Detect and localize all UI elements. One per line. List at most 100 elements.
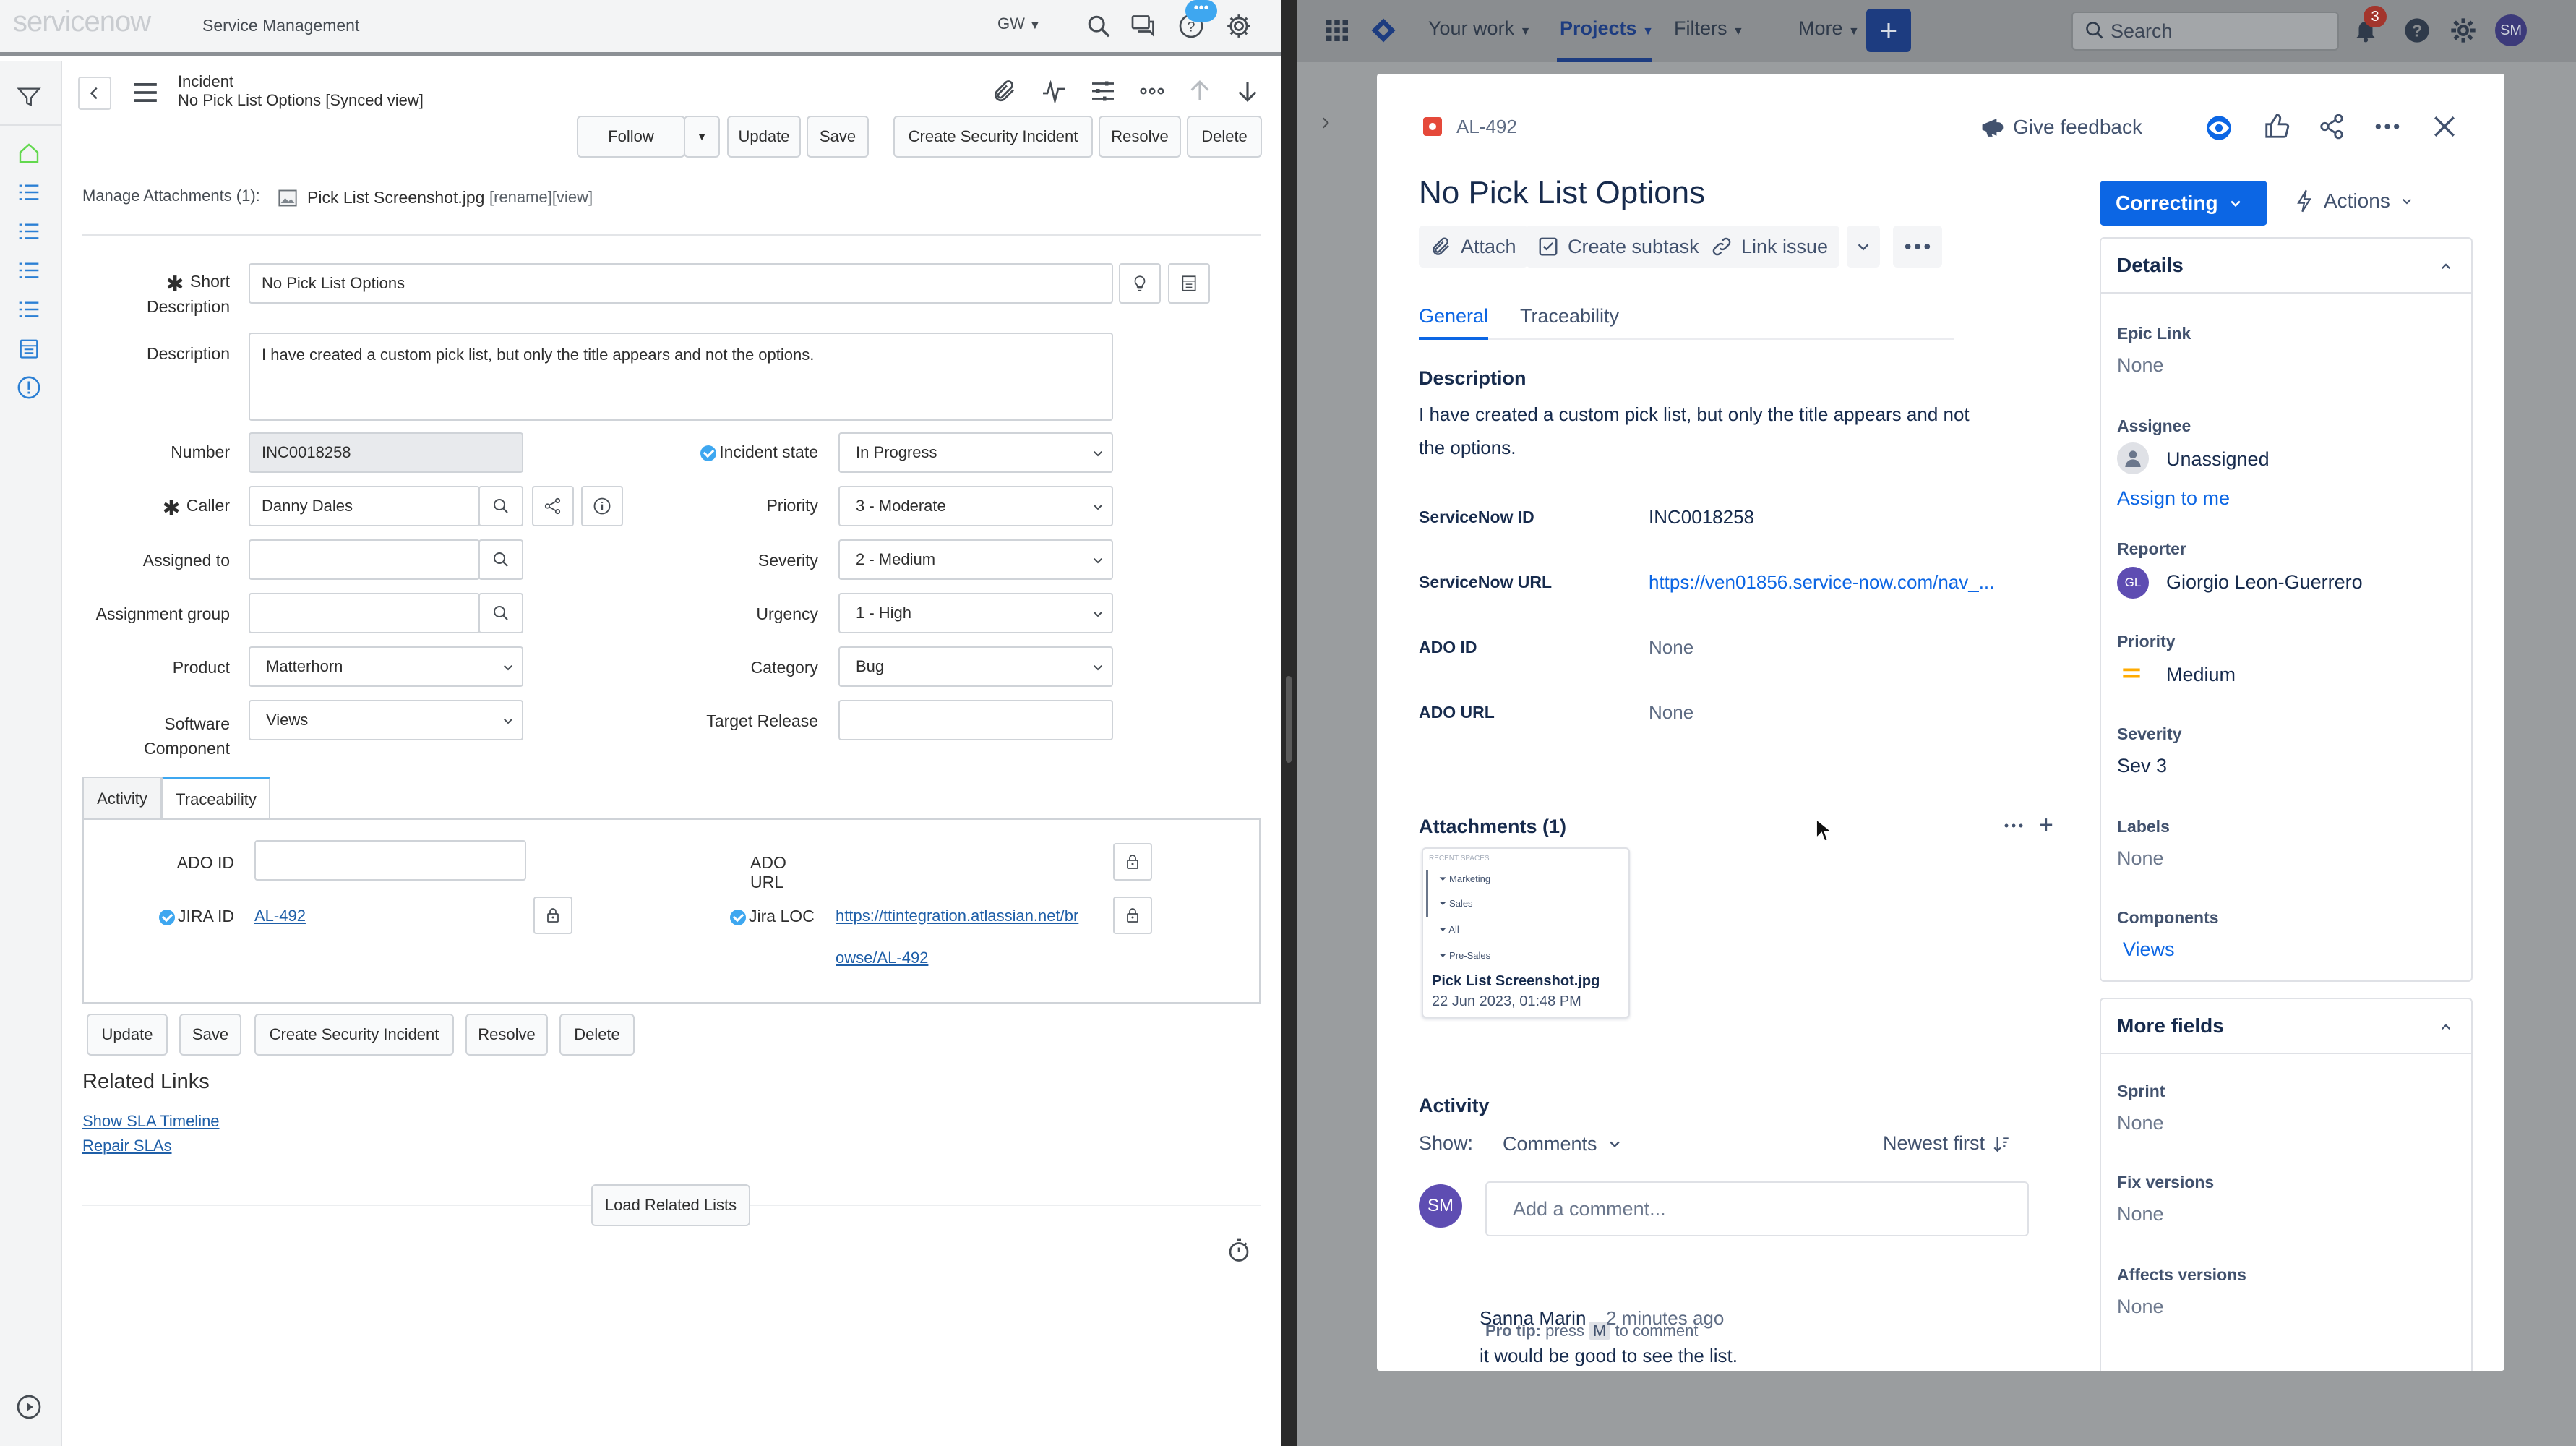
search-input[interactable]: Search bbox=[2071, 12, 2339, 51]
nav-your-work[interactable]: Your work ▼ bbox=[1428, 17, 1531, 40]
app-switcher-icon[interactable] bbox=[1324, 17, 1350, 43]
search-icon[interactable] bbox=[478, 486, 523, 526]
paperclip-icon[interactable] bbox=[989, 75, 1021, 107]
epic-link-value[interactable]: None bbox=[2117, 354, 2164, 377]
assign-to-me-link[interactable]: Assign to me bbox=[2117, 487, 2230, 510]
arrow-up-icon[interactable] bbox=[1184, 75, 1216, 107]
update-button-bottom[interactable]: Update bbox=[87, 1014, 168, 1056]
search-icon[interactable] bbox=[478, 593, 523, 633]
timer-icon[interactable] bbox=[1226, 1238, 1252, 1264]
create-security-incident-button[interactable]: Create Security Incident bbox=[893, 116, 1093, 158]
attachment-file-name[interactable]: Pick List Screenshot.jpg bbox=[307, 188, 484, 208]
nav-filters[interactable]: Filters ▼ bbox=[1674, 17, 1744, 40]
assignment-group-input[interactable] bbox=[249, 593, 480, 633]
create-security-incident-button-bottom[interactable]: Create Security Incident bbox=[254, 1014, 454, 1056]
filter-icon[interactable] bbox=[14, 82, 43, 111]
jira-loc-link-cont[interactable]: owse/AL-492 bbox=[836, 949, 928, 967]
issue-title[interactable]: No Pick List Options bbox=[1419, 175, 1705, 211]
details-header[interactable]: Details bbox=[2101, 239, 2471, 294]
ado-id-value[interactable]: None bbox=[1649, 636, 1693, 659]
back-button[interactable] bbox=[78, 77, 111, 110]
list-icon[interactable] bbox=[14, 178, 43, 207]
more-fields-header[interactable]: More fields bbox=[2101, 999, 2471, 1054]
update-button[interactable]: Update bbox=[727, 116, 801, 158]
repair-slas-link[interactable]: Repair SLAs bbox=[82, 1137, 172, 1155]
hierarchy-icon[interactable] bbox=[532, 486, 574, 526]
servicenow-id-value[interactable]: INC0018258 bbox=[1649, 506, 1754, 529]
split-divider-handle[interactable] bbox=[1286, 676, 1292, 763]
attachments-more-icon[interactable] bbox=[2003, 817, 2025, 834]
attach-button[interactable]: Attach bbox=[1419, 226, 1528, 268]
calendar-icon[interactable] bbox=[1168, 263, 1210, 304]
ado-url-value[interactable]: None bbox=[1649, 701, 1693, 724]
description-line-2[interactable]: the options. bbox=[1419, 431, 1516, 464]
sort-order-button[interactable]: Newest first bbox=[1883, 1132, 2011, 1155]
thumbs-up-icon[interactable] bbox=[2263, 113, 2291, 140]
severity-select[interactable]: 2 - Medium bbox=[838, 539, 1113, 580]
hamburger-icon[interactable] bbox=[132, 81, 159, 104]
jira-logo-icon[interactable] bbox=[1370, 17, 1396, 43]
avatar[interactable]: SM bbox=[2495, 14, 2527, 46]
description-line-1[interactable]: I have created a custom pick list, but o… bbox=[1419, 398, 1970, 431]
tab-activity[interactable]: Activity bbox=[82, 777, 162, 820]
play-icon[interactable] bbox=[14, 1392, 43, 1421]
servicenow-logo[interactable]: servicenow bbox=[13, 6, 151, 38]
list-icon[interactable] bbox=[14, 217, 43, 246]
tab-traceability[interactable]: Traceability bbox=[1520, 305, 1619, 328]
sliders-icon[interactable] bbox=[1087, 75, 1119, 107]
product-select[interactable]: Matterhorn bbox=[249, 646, 523, 687]
lightbulb-icon[interactable] bbox=[1119, 263, 1161, 304]
comment-text[interactable]: it would be good to see the list. bbox=[1480, 1345, 1738, 1367]
eye-icon[interactable] bbox=[2204, 114, 2234, 142]
lock-icon[interactable] bbox=[1113, 897, 1152, 934]
home-icon[interactable] bbox=[14, 139, 43, 168]
tab-traceability[interactable]: Traceability bbox=[162, 777, 270, 820]
software-component-select[interactable]: Views bbox=[249, 700, 523, 740]
priority-value[interactable]: Medium bbox=[2166, 664, 2236, 686]
affects-versions-value[interactable]: None bbox=[2117, 1296, 2164, 1318]
give-feedback-button[interactable]: Give feedback bbox=[2013, 116, 2142, 139]
comment-input[interactable]: Add a comment... bbox=[1485, 1181, 2029, 1236]
search-icon[interactable] bbox=[478, 539, 523, 580]
priority-select[interactable]: 3 - Moderate bbox=[838, 486, 1113, 526]
create-subtask-button[interactable]: Create subtask bbox=[1526, 226, 1711, 268]
ado-id-input[interactable] bbox=[254, 840, 526, 881]
servicenow-url-link[interactable]: https://ven01856.service-now.com/nav_... bbox=[1649, 571, 1994, 594]
gear-icon[interactable] bbox=[2449, 16, 2478, 45]
issue-key[interactable]: AL-492 bbox=[1456, 116, 1517, 138]
alert-icon[interactable] bbox=[14, 373, 43, 402]
sprint-value[interactable]: None bbox=[2117, 1112, 2164, 1134]
follow-dropdown-button[interactable]: ▼ bbox=[684, 116, 720, 158]
components-value[interactable]: Views bbox=[2123, 938, 2175, 961]
add-attachment-icon[interactable]: + bbox=[2039, 813, 2053, 837]
save-button-bottom[interactable]: Save bbox=[179, 1014, 241, 1056]
info-icon[interactable] bbox=[581, 486, 623, 526]
load-related-lists-button[interactable]: Load Related Lists bbox=[591, 1184, 750, 1226]
user-menu[interactable]: GW ▼ bbox=[997, 14, 1041, 33]
share-icon[interactable] bbox=[2318, 113, 2345, 140]
lock-icon[interactable] bbox=[533, 897, 572, 934]
lock-icon[interactable] bbox=[1113, 843, 1152, 881]
manage-attachments-label[interactable]: Manage Attachments (1): bbox=[82, 187, 260, 205]
nav-more[interactable]: More ▼ bbox=[1798, 17, 1860, 40]
short-description-input[interactable]: No Pick List Options bbox=[249, 263, 1113, 304]
help-icon[interactable]: ? bbox=[2403, 16, 2431, 45]
gear-icon[interactable] bbox=[1223, 10, 1255, 42]
severity-value[interactable]: Sev 3 bbox=[2117, 755, 2167, 777]
arrow-down-icon[interactable] bbox=[1232, 75, 1263, 107]
attachment-name[interactable]: Pick List Screenshot.jpg bbox=[1432, 973, 1600, 990]
list-icon[interactable] bbox=[14, 256, 43, 285]
tab-general[interactable]: General bbox=[1419, 305, 1488, 328]
show-filter-dropdown[interactable]: Comments bbox=[1491, 1128, 1633, 1160]
more-actions-button[interactable] bbox=[1893, 226, 1942, 268]
show-sla-timeline-link[interactable]: Show SLA Timeline bbox=[82, 1112, 220, 1131]
activity-icon[interactable] bbox=[1038, 75, 1070, 107]
more-icon[interactable] bbox=[2373, 113, 2402, 140]
attachment-actions[interactable]: [rename][view] bbox=[489, 188, 593, 207]
actions-dropdown[interactable]: Actions bbox=[2295, 189, 2413, 213]
more-icon[interactable] bbox=[1136, 75, 1168, 107]
link-issue-dropdown[interactable] bbox=[1847, 226, 1880, 268]
labels-value[interactable]: None bbox=[2117, 847, 2164, 870]
fix-versions-value[interactable]: None bbox=[2117, 1203, 2164, 1225]
list-icon[interactable] bbox=[14, 295, 43, 324]
